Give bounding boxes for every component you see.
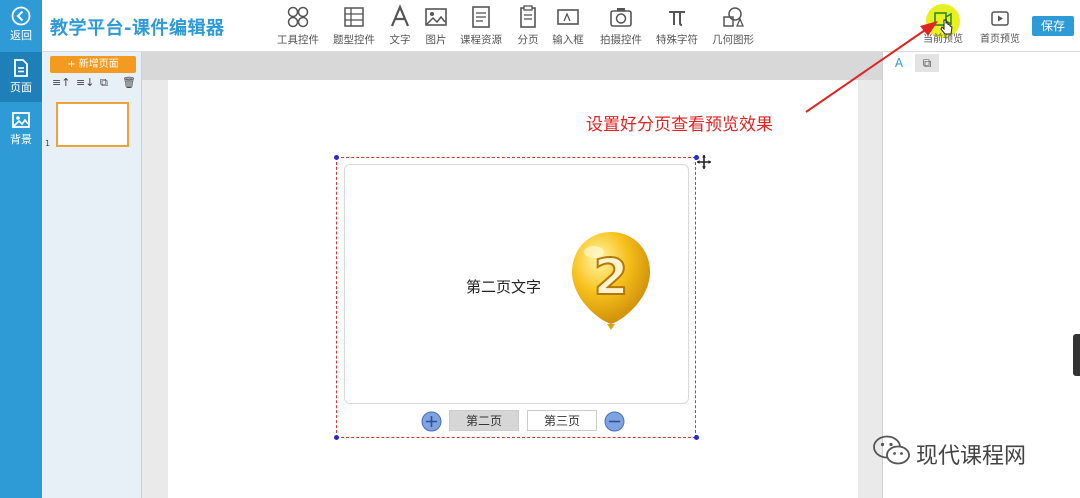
background-label: 背景 — [10, 133, 32, 146]
tool-special-chars-label: 特殊字符 — [656, 34, 698, 46]
tool-camera-label: 拍摄控件 — [600, 34, 642, 46]
background-image-icon — [12, 112, 30, 128]
tool-text-label: 文字 — [389, 34, 411, 46]
text-properties-tab[interactable]: A — [887, 54, 911, 72]
page-thumbnail[interactable] — [56, 102, 129, 147]
back-label: 返回 — [10, 29, 32, 42]
side-panel-handle[interactable] — [1073, 334, 1080, 376]
pager-tab-page-three[interactable]: 第三页 — [527, 410, 597, 431]
widgets-icon — [287, 6, 309, 28]
input-box-icon — [557, 9, 579, 25]
top-toolbar: 教学平台-课件编辑器 工具控件 题型控件 文字 图片 课程资源 分页 输入框 拍… — [42, 0, 1080, 52]
watermark-text: 现代课程网 — [916, 444, 1027, 469]
tool-camera[interactable]: 拍摄控件 — [596, 4, 646, 47]
copy-page-icon[interactable]: ⧉ — [100, 76, 108, 90]
left-rail: 返回 页面 背景 — [0, 0, 42, 498]
tool-text[interactable]: 文字 — [384, 4, 416, 47]
tool-image[interactable]: 图片 — [420, 4, 452, 47]
back-arrow-icon — [11, 6, 31, 26]
move-down-icon[interactable]: ≡↓ — [76, 76, 94, 89]
tool-course-resources[interactable]: 课程资源 — [456, 4, 506, 47]
tool-input-box-label: 输入框 — [552, 34, 584, 46]
image-icon — [425, 8, 447, 26]
thumbnail-number: 1 — [45, 139, 51, 148]
tool-course-resources-label: 课程资源 — [460, 34, 502, 46]
play-preview-icon — [991, 11, 1009, 26]
page-icon — [14, 59, 28, 77]
hand-cursor-icon — [940, 19, 953, 35]
home-preview-label: 首页预览 — [980, 34, 1020, 45]
wechat-icon — [873, 435, 910, 465]
tool-question-types[interactable]: 题型控件 — [330, 4, 378, 47]
pager-add-icon[interactable] — [421, 411, 442, 432]
canvas-top-strip — [142, 52, 882, 80]
home-preview-button[interactable]: 首页预览 — [978, 10, 1022, 45]
app-window: 返回 页面 背景 教学平台-课件编辑器 工具控件 题型控件 文字 图片 课程资源… — [0, 0, 1080, 498]
pages-label: 页面 — [10, 81, 32, 94]
add-page-button[interactable]: + 新增页面 — [50, 56, 136, 73]
tool-pagination[interactable]: 分页 — [512, 4, 544, 47]
tool-question-types-label: 题型控件 — [333, 34, 375, 46]
text-icon — [390, 4, 410, 27]
move-cursor-icon — [697, 155, 711, 169]
pages-panel: + 新增页面 ≡↑ ≡↓ ⧉ 🗑 1 — [42, 52, 142, 498]
course-resource-icon — [472, 6, 490, 28]
tool-widgets[interactable]: 工具控件 — [274, 4, 322, 47]
resize-handle-br[interactable] — [694, 435, 699, 440]
pagination-icon — [520, 5, 536, 28]
tool-widgets-label: 工具控件 — [277, 34, 319, 46]
resize-handle-tl[interactable] — [334, 155, 339, 160]
annotation-text: 设置好分页查看预览效果 — [586, 115, 773, 135]
back-button[interactable]: 返回 — [0, 6, 42, 48]
move-up-icon[interactable]: ≡↑ — [52, 76, 70, 89]
tool-image-label: 图片 — [425, 34, 447, 46]
rail-item-background[interactable]: 背景 — [0, 110, 42, 152]
pager-remove-icon[interactable] — [604, 411, 625, 432]
tool-shapes-label: 几何图形 — [712, 34, 754, 46]
tool-special-chars[interactable]: 特殊字符 — [652, 4, 702, 47]
tool-shapes[interactable]: 几何图形 — [708, 4, 758, 47]
rail-item-pages[interactable]: 页面 — [0, 52, 42, 102]
delete-page-icon[interactable]: 🗑 — [122, 76, 136, 89]
resize-handle-bl[interactable] — [334, 435, 339, 440]
layer-properties-tab[interactable]: ⧉ — [915, 54, 939, 72]
selection-box[interactable] — [336, 157, 696, 438]
pi-icon — [669, 11, 685, 26]
question-type-icon — [344, 7, 364, 27]
tool-input-box[interactable]: 输入框 — [548, 4, 588, 47]
pager-tab-page-two[interactable]: 第二页 — [449, 410, 519, 431]
watermark: 现代课程网 — [872, 432, 1072, 472]
page-tools: ≡↑ ≡↓ ⧉ 🗑 — [50, 76, 136, 92]
camera-icon — [610, 8, 632, 27]
tool-pagination-label: 分页 — [517, 34, 539, 46]
app-title: 教学平台-课件编辑器 — [50, 18, 225, 39]
shapes-icon — [723, 7, 744, 27]
save-button[interactable]: 保存 — [1032, 16, 1074, 36]
